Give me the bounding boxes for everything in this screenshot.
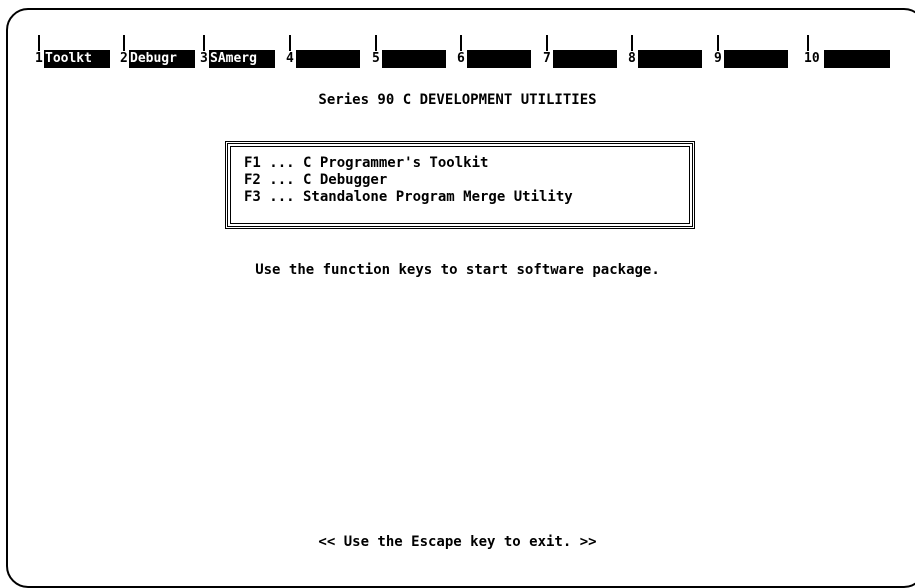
fkey-label[interactable] [724, 50, 788, 68]
fkey-number: 1 [35, 51, 43, 66]
fkey-label[interactable] [553, 50, 617, 68]
fkey-number: 5 [372, 51, 380, 66]
menu-item-merge-utility[interactable]: F3 ... Standalone Program Merge Utility [244, 189, 573, 206]
fkey-tick [123, 35, 125, 51]
fkey-label[interactable] [824, 50, 890, 68]
fkey-tick [203, 35, 205, 51]
fkey-label[interactable]: SAmerg [209, 50, 275, 68]
fkey-number: 2 [120, 51, 128, 66]
fkey-number: 7 [543, 51, 551, 66]
instruction-text: Use the function keys to start software … [255, 262, 660, 278]
fkey-tick [460, 35, 462, 51]
fkey-label[interactable] [296, 50, 360, 68]
menu-item-debugger[interactable]: F2 ... C Debugger [244, 172, 387, 189]
fkey-tick [807, 35, 809, 51]
fkey-tick [289, 35, 291, 51]
fkey-label[interactable] [638, 50, 702, 68]
fkey-number: 9 [714, 51, 722, 66]
fkey-tick [375, 35, 377, 51]
fkey-label[interactable] [467, 50, 531, 68]
fkey-number: 6 [457, 51, 465, 66]
menu-item-toolkit[interactable]: F1 ... C Programmer's Toolkit [244, 155, 488, 172]
fkey-number: 4 [286, 51, 294, 66]
fkey-number: 10 [804, 51, 820, 66]
function-key-bar: 1 Toolkt 2 Debugr 3 SAmerg 4 5 6 7 8 9 1… [0, 0, 915, 70]
menu-box: F1 ... C Programmer's Toolkit F2 ... C D… [225, 141, 695, 229]
fkey-tick [631, 35, 633, 51]
fkey-label[interactable] [382, 50, 446, 68]
fkey-label[interactable]: Toolkt [44, 50, 110, 68]
fkey-tick [717, 35, 719, 51]
fkey-label[interactable]: Debugr [129, 50, 195, 68]
page-title: Series 90 C DEVELOPMENT UTILITIES [318, 92, 597, 108]
exit-hint: << Use the Escape key to exit. >> [318, 534, 597, 550]
fkey-number: 8 [628, 51, 636, 66]
fkey-tick [38, 35, 40, 51]
fkey-number: 3 [200, 51, 208, 66]
fkey-tick [546, 35, 548, 51]
